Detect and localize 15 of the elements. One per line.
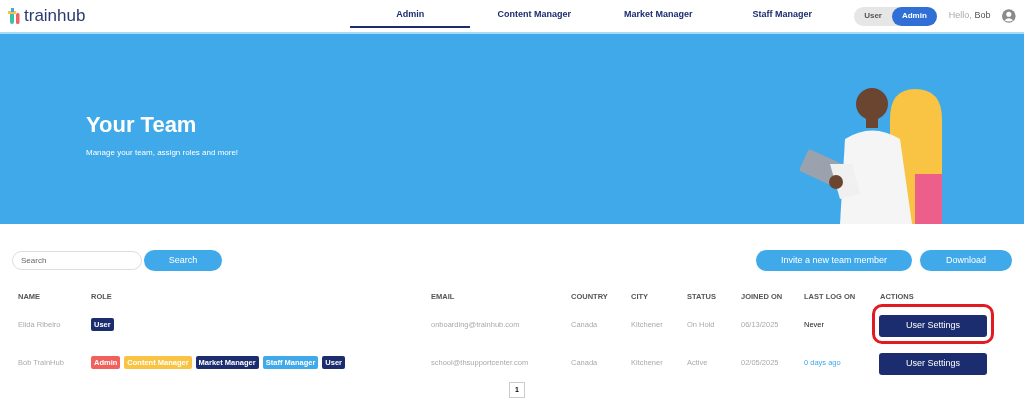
- greeting-text: Hello, Bob: [948, 9, 991, 23]
- mode-toggle-option[interactable]: Admin: [891, 6, 937, 26]
- nav-tab[interactable]: Admin: [350, 4, 471, 28]
- user-avatar-icon[interactable]: [1002, 8, 1016, 24]
- user-settings-button[interactable]: User Settings: [879, 315, 987, 337]
- nav-tab[interactable]: Market Manager: [598, 4, 719, 28]
- logo-icon: [8, 8, 20, 24]
- logo-text: trainhub: [24, 5, 86, 28]
- user-settings-button[interactable]: User Settings: [879, 353, 987, 375]
- search-field[interactable]: Search: [12, 251, 142, 270]
- nav-tab[interactable]: Staff Manager: [722, 4, 843, 28]
- nav-tab[interactable]: Content Manager: [474, 4, 595, 28]
- mode-toggle-option[interactable]: User: [854, 6, 892, 26]
- banner-subtitle: Manage your team, assign roles and more!: [86, 146, 239, 159]
- banner-title: Your Team: [86, 110, 198, 139]
